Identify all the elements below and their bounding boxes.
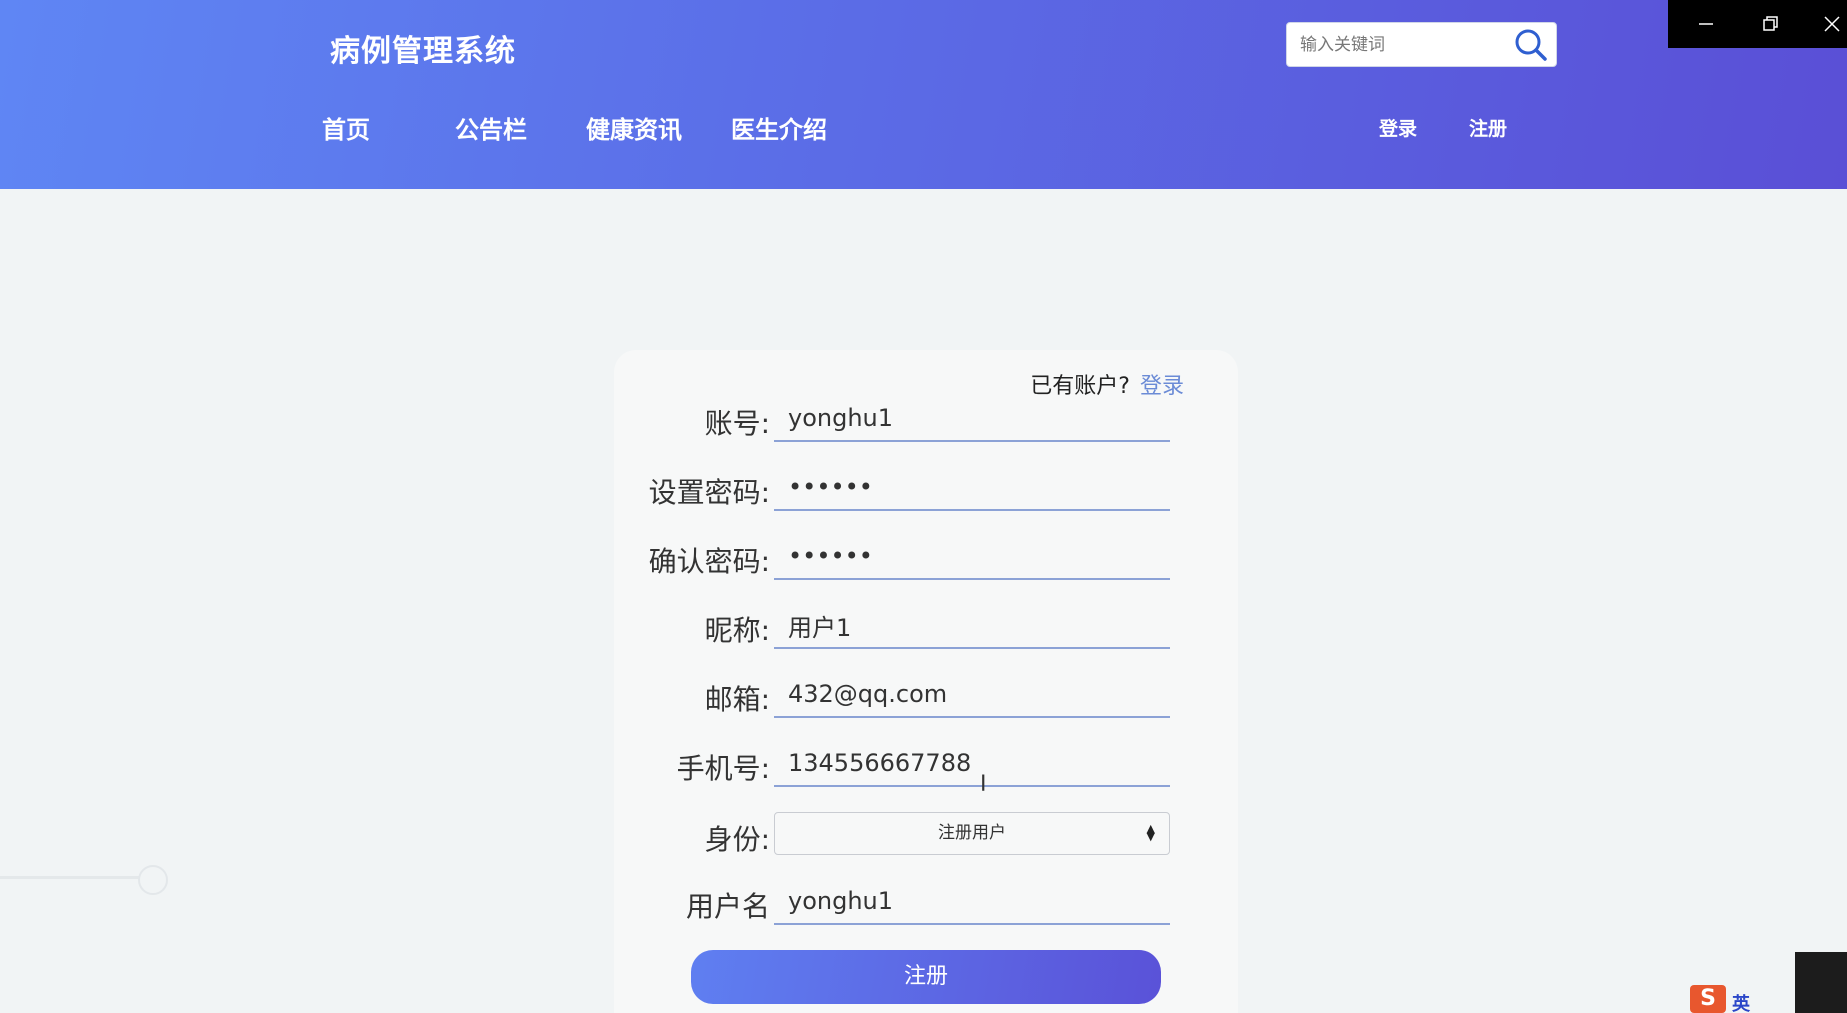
minimize-icon [1699,23,1713,25]
top-header: 病例管理系统 首页 公告栏 健康资讯 医生介绍 登录 注册 [0,0,1847,189]
text-cursor-icon: Ι [980,772,987,797]
username-label: 用户名 [685,890,770,923]
site-brand[interactable]: 病例管理系统 [330,26,516,70]
window-controls [1668,0,1847,48]
nav-doctor-intro[interactable]: 医生介绍 [731,110,827,145]
nav-home[interactable]: 首页 [322,110,370,145]
ime-icon[interactable]: S [1690,985,1726,1013]
header-register-link[interactable]: 注册 [1469,114,1507,141]
phone-input[interactable] [774,741,1170,787]
username-row: 用户名 [614,879,1238,935]
phone-row: 手机号: [614,741,1238,797]
close-icon [1824,16,1840,32]
video-overlay-corner [1795,952,1847,1013]
header-login-link[interactable]: 登录 [1379,114,1417,141]
close-button[interactable] [1818,10,1846,38]
minimize-button[interactable] [1692,10,1720,38]
register-submit-button[interactable]: 注册 [691,950,1161,1004]
search-icon [1515,29,1547,61]
nickname-label: 昵称: [704,614,770,647]
search-input[interactable] [1287,23,1507,66]
password-label: 设置密码: [648,476,770,509]
role-select-value: 注册用户 [938,823,1006,843]
confirm-password-input[interactable] [774,534,1170,580]
search-button[interactable] [1512,27,1550,63]
nav-health-news[interactable]: 健康资讯 [586,110,682,145]
email-input[interactable] [774,672,1170,718]
email-label: 邮箱: [704,683,770,716]
username-input[interactable] [774,879,1170,925]
account-row: 账号: [614,396,1238,452]
ime-language-indicator[interactable]: 英 [1732,990,1750,1013]
background-decoration-line [0,876,140,879]
search-box [1286,22,1557,67]
nickname-row: 昵称: [614,603,1238,659]
restore-button[interactable] [1756,10,1784,38]
confirm-password-row: 确认密码: [614,534,1238,590]
account-input[interactable] [774,396,1170,442]
role-row: 身份: 注册用户 ▲ ▼ [614,812,1238,868]
nickname-input[interactable] [774,603,1170,649]
email-row: 邮箱: [614,672,1238,728]
background-decoration-circle [138,865,168,895]
phone-label: 手机号: [676,752,770,785]
confirm-password-label: 确认密码: [648,545,770,578]
account-label: 账号: [704,407,770,440]
password-row: 设置密码: [614,465,1238,521]
select-arrows-icon: ▲ ▼ [1146,822,1155,843]
register-card: 已有账户?登录 账号: 设置密码: 确认密码: 昵称: 邮箱: 手机号: 身份:… [614,350,1238,1013]
nav-notice-board[interactable]: 公告栏 [455,110,527,145]
role-select[interactable]: 注册用户 ▲ ▼ [774,812,1170,855]
role-label: 身份: [704,823,770,856]
restore-icon [1763,16,1778,31]
password-input[interactable] [774,465,1170,511]
